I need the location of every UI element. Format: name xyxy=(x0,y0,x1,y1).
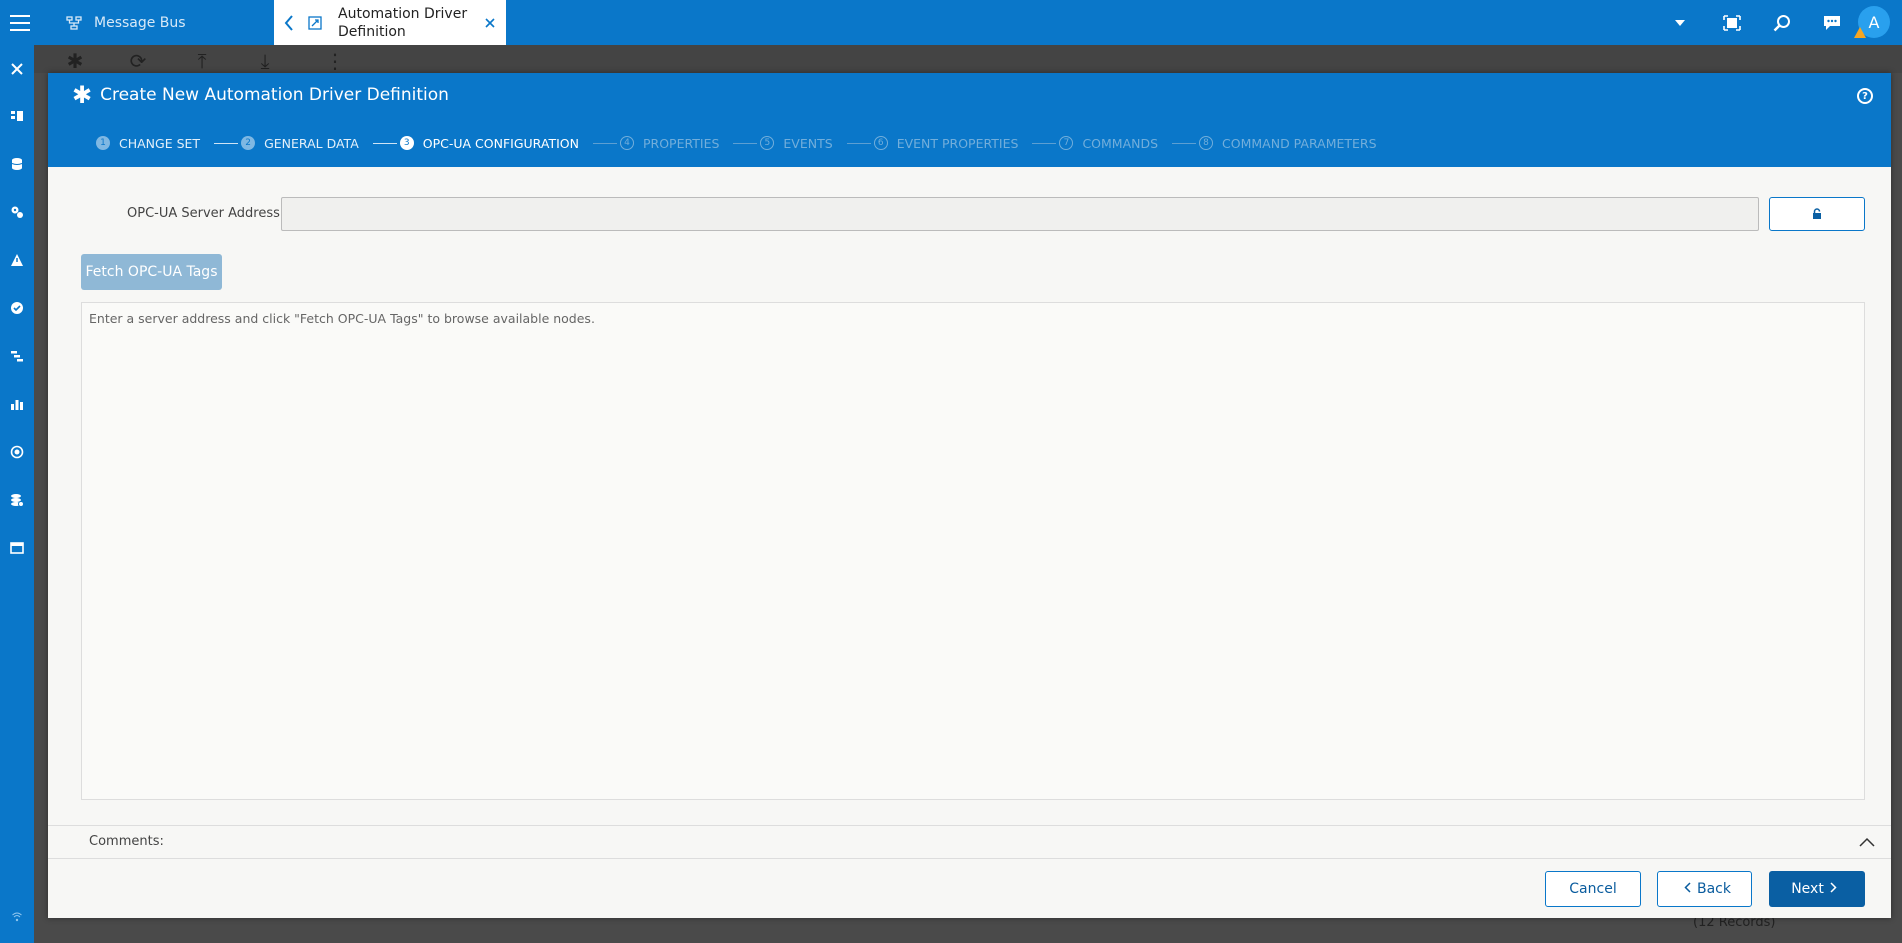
tab-label: Automation Driver Definition xyxy=(338,5,468,40)
step-label: CHANGE SET xyxy=(119,135,201,151)
step-connector xyxy=(846,142,871,144)
step-label: EVENTS xyxy=(783,135,833,151)
asterisk-icon: ✱ xyxy=(72,81,93,109)
wizard-steps: 1 CHANGE SET 2 GENERAL DATA 3 OPC-UA CON… xyxy=(96,131,1377,155)
chevron-right-icon xyxy=(1830,881,1837,897)
help-icon[interactable]: ? xyxy=(1857,88,1873,104)
gears-icon[interactable] xyxy=(0,200,34,224)
network-icon xyxy=(66,15,82,31)
download-icon: ⤓ xyxy=(260,49,270,73)
triangle-icon[interactable] xyxy=(0,248,34,272)
chevron-down-icon[interactable] xyxy=(1660,0,1700,45)
next-label: Next xyxy=(1791,881,1824,897)
step-label: EVENT PROPERTIES xyxy=(896,135,1019,151)
close-icon[interactable] xyxy=(0,57,34,81)
search-icon[interactable] xyxy=(1762,0,1802,45)
stack-icon[interactable] xyxy=(0,488,34,512)
node-browser[interactable]: Enter a server address and click "Fetch … xyxy=(81,302,1865,800)
step-label: COMMAND PARAMETERS xyxy=(1222,135,1377,151)
step-change-set[interactable]: 1 CHANGE SET xyxy=(96,136,200,151)
step-number: 1 xyxy=(96,136,110,150)
step-label: PROPERTIES xyxy=(642,135,720,151)
new-icon: ✱ xyxy=(66,49,84,73)
tab-label: Message Bus xyxy=(94,14,186,31)
chevron-up-icon[interactable] xyxy=(1857,832,1877,852)
comments-section[interactable]: Comments: xyxy=(48,825,1891,859)
chevron-left-icon[interactable] xyxy=(274,14,304,32)
cancel-button[interactable]: Cancel xyxy=(1545,871,1641,907)
chart-icon[interactable] xyxy=(0,392,34,416)
step-number: 7 xyxy=(1059,136,1074,150)
sidebar xyxy=(0,45,34,943)
browse-hint: Enter a server address and click "Fetch … xyxy=(89,311,595,326)
step-label: OPC-UA CONFIGURATION xyxy=(422,135,579,151)
dialog-header: ✱ Create New Automation Driver Definitio… xyxy=(48,73,1891,167)
wifi-icon xyxy=(0,905,34,929)
back-label: Back xyxy=(1697,881,1731,897)
more-icon: ⋮ xyxy=(325,49,345,73)
chevron-left-icon xyxy=(1684,881,1691,897)
tab-message-bus[interactable]: Message Bus xyxy=(66,0,266,45)
tab-automation-driver-definition[interactable]: Automation Driver Definition xyxy=(274,0,506,45)
step-command-parameters[interactable]: 8 COMMAND PARAMETERS xyxy=(1199,136,1377,151)
step-label: COMMANDS xyxy=(1082,135,1159,151)
layers-icon[interactable] xyxy=(0,104,34,128)
fullscreen-icon[interactable] xyxy=(1712,0,1752,45)
warning-icon xyxy=(1854,27,1866,38)
target-icon[interactable] xyxy=(0,440,34,464)
fetch-opc-ua-tags-button[interactable]: Fetch OPC-UA Tags xyxy=(81,254,222,290)
step-connector xyxy=(1172,142,1197,144)
check-icon[interactable] xyxy=(0,296,34,320)
next-button[interactable]: Next xyxy=(1769,871,1865,907)
dialog-title: ✱ Create New Automation Driver Definitio… xyxy=(72,81,449,109)
step-commands[interactable]: 7 COMMANDS xyxy=(1059,136,1158,151)
step-properties[interactable]: 4 PROPERTIES xyxy=(619,135,720,151)
comments-label: Comments: xyxy=(89,834,164,849)
back-button[interactable]: Back xyxy=(1657,871,1752,907)
dialog-title-text: Create New Automation Driver Definition xyxy=(100,85,449,105)
step-general-data[interactable]: 2 GENERAL DATA xyxy=(241,136,359,151)
background-toolbar: ✱ ⟳ ⤒ ⤓ ⋮ xyxy=(34,45,1902,73)
step-connector xyxy=(592,142,617,144)
step-number: 2 xyxy=(241,136,256,150)
step-opc-ua-configuration[interactable]: 3 OPC-UA CONFIGURATION xyxy=(399,135,579,151)
window-icon[interactable] xyxy=(0,536,34,560)
step-connector xyxy=(372,142,397,144)
step-events[interactable]: 5 EVENTS xyxy=(760,135,833,151)
driver-icon xyxy=(304,15,326,30)
server-address-label: OPC-UA Server Address: xyxy=(127,206,285,221)
server-address-input[interactable] xyxy=(281,197,1759,231)
lock-icon xyxy=(1812,205,1822,224)
chat-icon[interactable] xyxy=(1812,0,1852,45)
step-connector xyxy=(1032,142,1057,144)
hamburger-menu-icon[interactable] xyxy=(0,0,40,45)
step-number: 4 xyxy=(619,136,634,150)
step-number: 3 xyxy=(399,136,414,150)
step-number: 5 xyxy=(760,136,775,150)
step-number: 6 xyxy=(873,136,888,150)
step-connector xyxy=(214,142,239,144)
database-icon[interactable] xyxy=(0,152,34,176)
flow-icon[interactable] xyxy=(0,344,34,368)
create-driver-dialog: ✱ Create New Automation Driver Definitio… xyxy=(48,73,1891,918)
refresh-icon: ⟳ xyxy=(129,49,147,73)
lock-button[interactable] xyxy=(1769,197,1865,231)
step-number: 8 xyxy=(1199,136,1214,150)
step-event-properties[interactable]: 6 EVENT PROPERTIES xyxy=(873,135,1019,151)
close-tab-icon[interactable] xyxy=(478,17,502,29)
upload-icon: ⤒ xyxy=(197,49,207,73)
step-label: GENERAL DATA xyxy=(264,135,359,151)
top-bar: Message Bus Automation Driver Definition… xyxy=(0,0,1902,45)
step-connector xyxy=(733,142,758,144)
